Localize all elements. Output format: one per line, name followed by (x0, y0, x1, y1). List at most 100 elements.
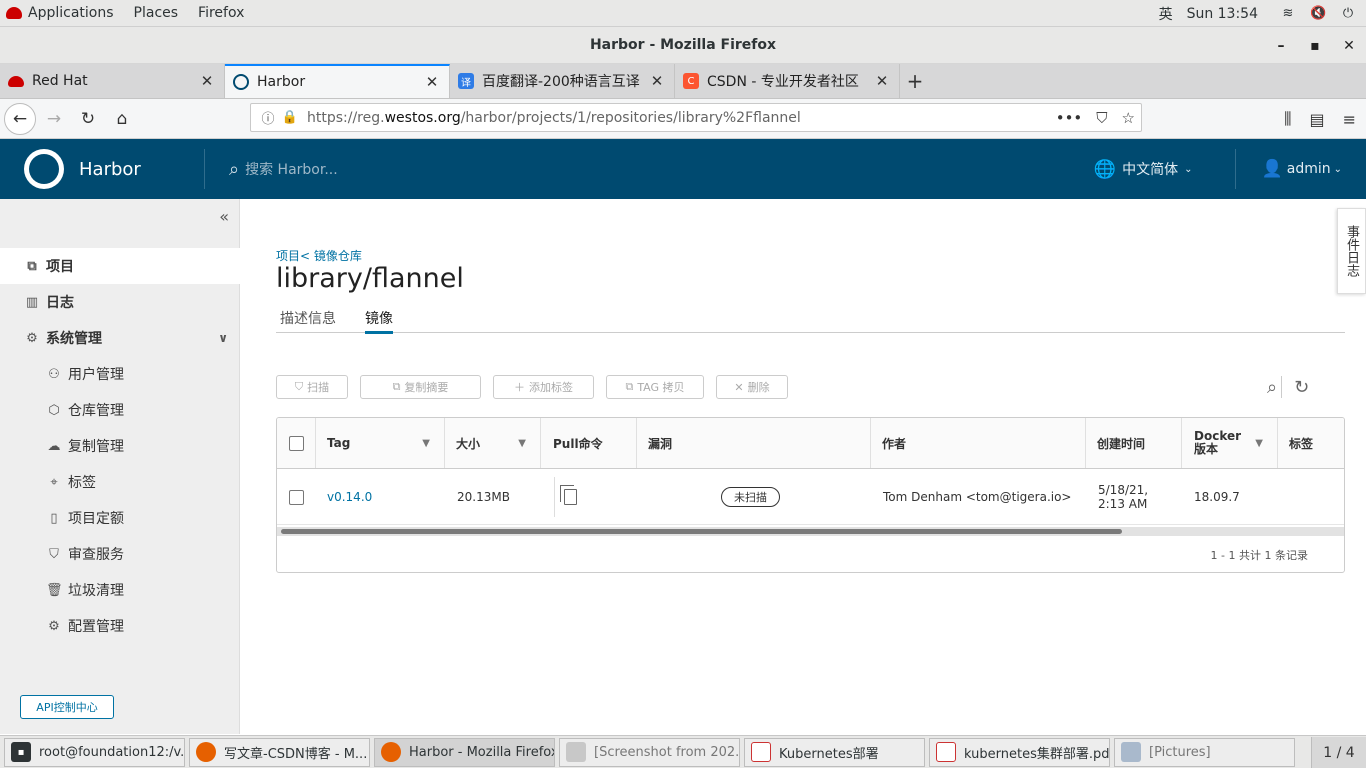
column-header-vulnerabilities[interactable]: 漏洞 (637, 418, 871, 468)
input-method-indicator[interactable]: 英 (1159, 4, 1173, 24)
horizontal-scrollbar[interactable] (277, 527, 1344, 536)
tab-info[interactable]: 描述信息 (280, 308, 336, 328)
maximize-button[interactable]: ▪ (1298, 38, 1332, 54)
harbor-logo-icon[interactable] (24, 149, 64, 189)
sidebar-item-projects[interactable]: ⧉ 项目 (0, 248, 240, 284)
url-bar[interactable]: ⓘ 🔒 https://reg.westos.org/harbor/projec… (250, 103, 1142, 132)
scan-button[interactable]: ⛉ 扫描 (276, 375, 348, 399)
workspace-pager[interactable]: 1 / 4 (1311, 737, 1366, 768)
select-all-checkbox[interactable] (289, 435, 304, 451)
taskbar-item-csdn-firefox[interactable]: 写文章-CSDN博客 - M... (189, 737, 370, 767)
registry-cube-icon: ⬡ (48, 402, 60, 418)
tab-harbor[interactable]: Harbor ✕ (225, 64, 450, 98)
taskbar-item-kubernetes-doc[interactable]: Kubernetes部署 (744, 737, 925, 767)
tag-link[interactable]: v0.14.0 (327, 490, 372, 504)
breadcrumb[interactable]: 项目< 镜像仓库 (276, 247, 362, 264)
taskbar-item-pictures[interactable]: [Pictures] (1114, 737, 1295, 767)
created-time: 2:13 AM (1098, 497, 1148, 511)
global-search[interactable]: ⌕ 搜索 Harbor... (229, 159, 338, 180)
insecure-lock-icon[interactable]: 🔒 (279, 110, 301, 125)
filter-icon[interactable]: ▼ (422, 438, 430, 449)
taskbar-item-label: root@foundation12:/v... (39, 744, 185, 760)
sidebar-item-replications[interactable]: ☁ 复制管理 (0, 428, 240, 464)
column-header-tag[interactable]: Tag ▼ (316, 418, 445, 468)
applications-menu[interactable]: Applications (0, 0, 124, 27)
sidebar-item-configuration[interactable]: ⚙ 配置管理 (0, 608, 240, 644)
filter-icon[interactable]: ▼ (1255, 438, 1263, 449)
copy-digest-button[interactable]: ⧉ 复制摘要 (360, 375, 481, 399)
url-text[interactable]: https://reg.westos.org/harbor/projects/1… (307, 110, 801, 126)
sidebar-item-project-quotas[interactable]: ▯ 项目定额 (0, 500, 240, 536)
scrollbar-thumb[interactable] (281, 529, 1122, 534)
power-icon[interactable]: ⏻ (1340, 6, 1356, 21)
library-icon[interactable]: ⫼ (1284, 109, 1291, 129)
refresh-icon[interactable]: ↻ (1294, 377, 1309, 398)
table-row[interactable]: v0.14.0 20.13MB 未扫描 Tom Denham <tom@tige… (277, 469, 1344, 525)
tab-csdn[interactable]: C CSDN - 专业开发者社区 ✕ (675, 64, 900, 98)
places-menu[interactable]: Places (124, 0, 189, 27)
copy-icon[interactable] (560, 485, 577, 505)
close-tab-icon[interactable]: ✕ (198, 72, 216, 90)
search-input[interactable]: 搜索 Harbor... (245, 159, 338, 179)
redhat-favicon-icon (8, 75, 24, 87)
sidebar-item-users[interactable]: ⚇ 用户管理 (0, 356, 240, 392)
add-label-button[interactable]: ＋添加标签 (493, 375, 594, 399)
close-window-button[interactable]: ✕ (1332, 38, 1366, 54)
close-tab-icon[interactable]: ✕ (873, 72, 891, 90)
row-checkbox[interactable] (289, 489, 304, 505)
sidebar-item-logs[interactable]: ▥ 日志 (0, 284, 240, 320)
tab-redhat[interactable]: Red Hat ✕ (0, 64, 225, 98)
taskbar-item-screenshot[interactable]: [Screenshot from 202... (559, 737, 740, 767)
wifi-icon[interactable]: ≋ (1280, 6, 1296, 21)
clock[interactable]: Sun 13:54 (1187, 6, 1258, 22)
event-log-button[interactable]: 事件日志 (1337, 208, 1366, 294)
column-title: 标签 (1289, 436, 1314, 451)
close-tab-icon[interactable]: ✕ (648, 72, 666, 90)
sidebar-item-label: 复制管理 (68, 439, 124, 455)
column-header-docker-version[interactable]: Docker 版本 ▼ (1182, 418, 1278, 468)
column-title: 大小 (456, 436, 481, 451)
firefox-menu[interactable]: Firefox (188, 0, 254, 27)
taskbar-item-terminal[interactable]: ▪ root@foundation12:/v... (4, 737, 185, 767)
minimize-button[interactable]: – (1264, 38, 1298, 54)
back-button[interactable]: ← (4, 102, 36, 135)
hamburger-menu-icon[interactable]: ≡ (1343, 110, 1356, 129)
taskbar-item-harbor-firefox[interactable]: Harbor - Mozilla Firefox (374, 737, 555, 767)
bookmark-star-icon[interactable]: ☆ (1122, 109, 1135, 127)
filter-icon[interactable]: ▼ (518, 438, 526, 449)
column-header-created[interactable]: 创建时间 (1086, 418, 1182, 468)
volume-muted-icon[interactable]: 🔇 (1310, 6, 1326, 21)
new-tab-button[interactable]: + (900, 64, 930, 98)
user-menu[interactable]: 👤 admin ⌄ (1234, 149, 1342, 189)
page-actions-icon[interactable]: ••• (1056, 109, 1083, 127)
user-icon: 👤 (1261, 159, 1283, 179)
close-tab-icon[interactable]: ✕ (423, 73, 441, 91)
column-header-pull-command[interactable]: Pull命令 (541, 418, 637, 468)
pocket-icon[interactable]: ⛉ (1096, 109, 1107, 127)
search-icon[interactable]: ⌕ (1267, 377, 1277, 398)
tag-copy-button[interactable]: ⧉ TAG 拷贝 (606, 375, 704, 399)
sidebar-item-garbage-collection[interactable]: 🗑 垃圾清理 (0, 572, 240, 608)
content-tabs: 描述信息 镜像 (276, 303, 1345, 334)
sidebar-item-interrogation-services[interactable]: ⛉ 审查服务 (0, 536, 240, 572)
sidebar-item-administration[interactable]: ⚙ 系统管理 ∨ (0, 320, 240, 356)
column-header-labels[interactable]: 标签 (1278, 418, 1344, 468)
sidebar-item-registries[interactable]: ⬡ 仓库管理 (0, 392, 240, 428)
info-icon[interactable]: ⓘ (257, 108, 279, 127)
harbor-brand[interactable]: Harbor (79, 159, 204, 180)
sidebar-toggle-icon[interactable]: ▤ (1309, 110, 1324, 129)
forward-button[interactable]: → (38, 103, 70, 135)
taskbar-item-kubernetes-pdf[interactable]: kubernetes集群部署.pdf (929, 737, 1110, 767)
api-explorer-button[interactable]: API控制中心 (20, 695, 114, 719)
column-header-author[interactable]: 作者 (871, 418, 1086, 468)
language-selector[interactable]: 🌐 中文简体 ⌄ (1094, 159, 1193, 180)
row-select-cell (289, 469, 304, 525)
sidebar-item-labels[interactable]: ⌖ 标签 (0, 464, 240, 500)
column-header-size[interactable]: 大小 ▼ (445, 418, 541, 468)
tab-images[interactable]: 镜像 (365, 308, 393, 334)
reload-button[interactable]: ↻ (72, 103, 104, 135)
delete-button[interactable]: ✕ 删除 (716, 375, 788, 399)
collapse-sidebar-icon[interactable]: « (219, 207, 229, 226)
home-button[interactable]: ⌂ (106, 103, 138, 135)
tab-baidu-translate[interactable]: 译 百度翻译-200种语言互译 ✕ (450, 64, 675, 98)
